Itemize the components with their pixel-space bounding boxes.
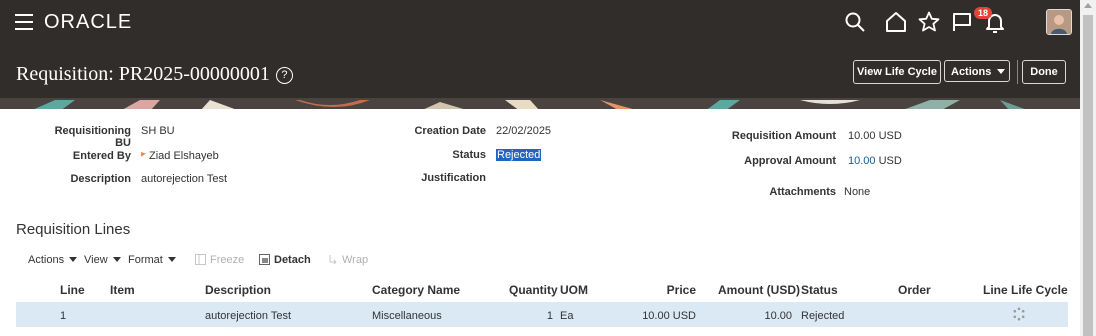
cell-amount: 10.00 — [764, 310, 792, 322]
wrap-button[interactable]: Wrap — [327, 254, 368, 266]
cell-price: 10.00 USD — [642, 310, 696, 322]
detach-button[interactable]: Detach — [259, 254, 311, 266]
oracle-logo[interactable]: ORACLE — [44, 11, 132, 34]
cell-uom: Ea — [560, 310, 574, 322]
column-header-price[interactable]: Price — [620, 283, 696, 297]
column-header-category[interactable]: Category Name — [372, 283, 460, 297]
chevron-down-icon — [69, 257, 78, 262]
freeze-icon — [195, 254, 206, 265]
toolbar-separator — [1017, 60, 1018, 84]
menu-icon[interactable] — [15, 14, 33, 30]
column-header-description[interactable]: Description — [205, 283, 271, 297]
search-icon[interactable] — [843, 10, 867, 34]
page-title: Requisition: PR2025-00000001? — [16, 63, 293, 86]
description-value: autorejection Test — [141, 173, 228, 185]
attachments-label: Attachments — [769, 186, 836, 198]
freeze-button[interactable]: Freeze — [195, 254, 244, 266]
flag-icon[interactable] — [950, 10, 974, 34]
requisitioning-bu-value: SH BU — [141, 125, 175, 137]
creation-date-label: Creation Date — [414, 125, 486, 137]
chevron-down-icon — [112, 257, 121, 262]
entered-by-label: Entered By — [72, 150, 131, 162]
cell-status: Rejected — [801, 310, 845, 322]
description-label: Description — [70, 173, 131, 185]
lines-actions-menu[interactable]: Actions — [28, 254, 78, 266]
scroll-up-icon[interactable] — [1084, 3, 1092, 8]
section-title: Requisition Lines — [16, 221, 131, 238]
global-header: ORACLE 18 — [0, 0, 1080, 44]
approval-amount-link[interactable]: 10.00 — [848, 155, 876, 167]
column-header-line-life-cycle[interactable]: Line Life Cycle — [983, 283, 1068, 297]
view-life-cycle-button[interactable]: View Life Cycle — [853, 60, 941, 84]
status-label: Status — [452, 149, 486, 161]
column-header-line[interactable]: Line — [60, 283, 85, 297]
approval-amount-label: Approval Amount — [744, 155, 836, 167]
requisition-amount-label: Requisition Amount — [731, 130, 836, 142]
vertical-scrollbar[interactable] — [1080, 0, 1096, 336]
help-icon[interactable]: ? — [275, 67, 293, 84]
cell-description: autorejection Test — [205, 310, 292, 322]
life-cycle-icon[interactable] — [1012, 307, 1026, 321]
attachments-value: None — [844, 186, 871, 198]
cell-line: 1 — [60, 310, 67, 322]
approval-amount-value: 10.00 USD — [848, 155, 902, 167]
flag-icon — [141, 152, 146, 157]
lines-format-menu[interactable]: Format — [128, 254, 176, 266]
justification-label: Justification — [421, 172, 486, 184]
column-header-status[interactable]: Status — [801, 283, 838, 297]
chevron-down-icon — [997, 69, 1006, 74]
requisitioning-bu-label: Requisitioning BU — [54, 125, 131, 149]
entered-by-value[interactable]: Ziad Elshayeb — [141, 150, 219, 162]
creation-date-value: 22/02/2025 — [496, 125, 552, 137]
cell-quantity: 1 — [546, 310, 553, 322]
user-avatar[interactable] — [1046, 9, 1072, 35]
wrap-icon — [329, 255, 337, 265]
done-button[interactable]: Done — [1022, 60, 1066, 84]
column-header-amount[interactable]: Amount (USD) — [718, 283, 800, 297]
actions-menu-button[interactable]: Actions — [944, 60, 1010, 82]
chevron-down-icon — [167, 257, 176, 262]
scrollbar-thumb[interactable] — [1083, 15, 1093, 336]
decorative-banner — [0, 98, 1080, 109]
notification-badge: 18 — [974, 7, 993, 19]
lines-view-menu[interactable]: View — [84, 254, 121, 266]
detach-icon — [259, 254, 270, 265]
column-header-order[interactable]: Order — [898, 283, 931, 297]
star-icon[interactable] — [917, 10, 941, 34]
cell-category: Miscellaneous — [372, 310, 442, 322]
column-header-uom[interactable]: UOM — [560, 283, 588, 297]
column-header-quantity[interactable]: Quantity — [509, 283, 558, 297]
requisition-amount-value: 10.00 USD — [848, 130, 902, 142]
home-icon[interactable] — [884, 10, 908, 34]
status-value: Rejected — [496, 149, 542, 161]
column-header-item[interactable]: Item — [110, 283, 135, 297]
